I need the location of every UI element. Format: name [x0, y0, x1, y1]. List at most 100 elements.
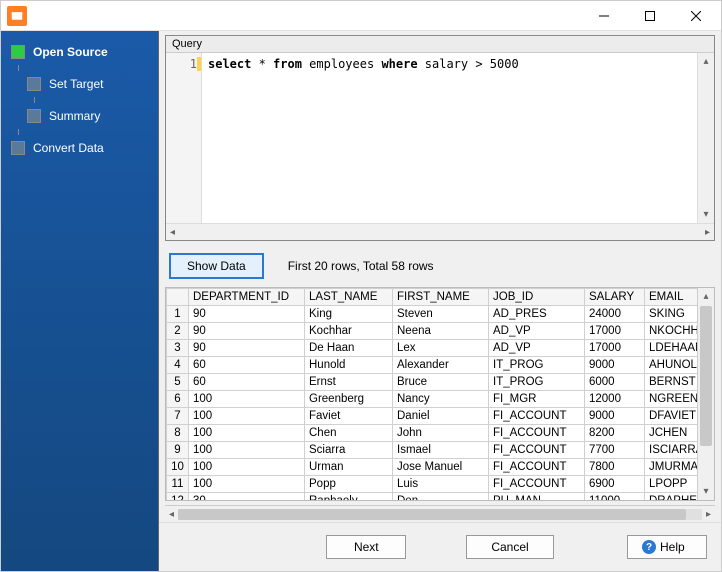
table-row[interactable]: 560ErnstBruceIT_PROG6000BERNST — [167, 374, 698, 391]
table-row[interactable]: 8100ChenJohnFI_ACCOUNT8200JCHEN — [167, 425, 698, 442]
table-row[interactable]: 460HunoldAlexanderIT_PROG9000AHUNOL — [167, 357, 698, 374]
show-data-button[interactable]: Show Data — [169, 253, 264, 279]
table-cell[interactable]: 60 — [189, 374, 305, 391]
grid-horizontal-scrollbar[interactable]: ◂ ▸ — [165, 505, 715, 522]
table-cell[interactable]: 90 — [189, 323, 305, 340]
table-cell[interactable]: 100 — [189, 476, 305, 493]
table-cell[interactable]: De Haan — [305, 340, 393, 357]
scrollbar-thumb[interactable] — [700, 306, 712, 446]
scroll-up-icon[interactable]: ▴ — [698, 288, 714, 305]
scrollbar-thumb[interactable] — [178, 509, 686, 520]
sql-editor[interactable]: 1 select * from employees where salary >… — [166, 53, 697, 223]
table-cell[interactable]: 24000 — [585, 306, 645, 323]
table-cell[interactable]: Jose Manuel — [393, 459, 489, 476]
table-cell[interactable]: 8200 — [585, 425, 645, 442]
table-cell[interactable]: BERNST — [645, 374, 698, 391]
table-cell[interactable]: 12000 — [585, 391, 645, 408]
table-cell[interactable]: Chen — [305, 425, 393, 442]
table-cell[interactable]: Den — [393, 493, 489, 501]
table-row[interactable]: 190KingStevenAD_PRES24000SKING — [167, 306, 698, 323]
table-cell[interactable]: JCHEN — [645, 425, 698, 442]
table-cell[interactable]: 7800 — [585, 459, 645, 476]
row-number-header[interactable] — [167, 289, 189, 306]
table-cell[interactable]: Raphaely — [305, 493, 393, 501]
table-cell[interactable]: Ernst — [305, 374, 393, 391]
table-row[interactable]: 10100UrmanJose ManuelFI_ACCOUNT7800JMURM… — [167, 459, 698, 476]
column-header[interactable]: JOB_ID — [489, 289, 585, 306]
next-button[interactable]: Next — [326, 535, 406, 559]
column-header[interactable]: FIRST_NAME — [393, 289, 489, 306]
table-cell[interactable]: 7700 — [585, 442, 645, 459]
table-cell[interactable]: 6900 — [585, 476, 645, 493]
table-cell[interactable]: Neena — [393, 323, 489, 340]
table-cell[interactable]: Kochhar — [305, 323, 393, 340]
editor-vertical-scrollbar[interactable]: ▴ ▾ — [697, 53, 714, 223]
table-cell[interactable]: King — [305, 306, 393, 323]
scroll-left-icon[interactable]: ◂ — [169, 509, 174, 520]
table-cell[interactable]: DRAPHEA — [645, 493, 698, 501]
scroll-down-icon[interactable]: ▾ — [698, 483, 714, 500]
table-cell[interactable]: FI_ACCOUNT — [489, 459, 585, 476]
table-cell[interactable]: 100 — [189, 425, 305, 442]
table-cell[interactable]: FI_ACCOUNT — [489, 408, 585, 425]
table-cell[interactable]: 30 — [189, 493, 305, 501]
table-cell[interactable]: Bruce — [393, 374, 489, 391]
table-cell[interactable]: Hunold — [305, 357, 393, 374]
table-cell[interactable]: AD_VP — [489, 340, 585, 357]
table-cell[interactable]: 17000 — [585, 340, 645, 357]
maximize-button[interactable] — [627, 1, 673, 31]
column-header[interactable]: DEPARTMENT_ID — [189, 289, 305, 306]
table-cell[interactable]: Popp — [305, 476, 393, 493]
table-cell[interactable]: AD_VP — [489, 323, 585, 340]
table-cell[interactable]: IT_PROG — [489, 357, 585, 374]
table-cell[interactable]: Alexander — [393, 357, 489, 374]
table-cell[interactable]: FI_ACCOUNT — [489, 442, 585, 459]
results-table[interactable]: DEPARTMENT_ID LAST_NAME FIRST_NAME JOB_I… — [166, 288, 697, 500]
table-cell[interactable]: 17000 — [585, 323, 645, 340]
table-cell[interactable]: Faviet — [305, 408, 393, 425]
table-cell[interactable]: FI_MGR — [489, 391, 585, 408]
table-cell[interactable]: 9000 — [585, 408, 645, 425]
table-cell[interactable]: LPOPP — [645, 476, 698, 493]
column-header[interactable]: LAST_NAME — [305, 289, 393, 306]
step-summary[interactable]: Summary — [21, 103, 154, 129]
table-cell[interactable]: FI_ACCOUNT — [489, 476, 585, 493]
table-cell[interactable]: 11000 — [585, 493, 645, 501]
table-cell[interactable]: ISCIARRA — [645, 442, 698, 459]
table-cell[interactable]: 6000 — [585, 374, 645, 391]
table-cell[interactable]: NKOCHH — [645, 323, 698, 340]
step-open-source[interactable]: Open Source — [5, 39, 154, 65]
help-button[interactable]: ? Help — [627, 535, 707, 559]
table-cell[interactable]: Steven — [393, 306, 489, 323]
table-row[interactable]: 290KochharNeenaAD_VP17000NKOCHH — [167, 323, 698, 340]
column-header[interactable]: EMAIL — [645, 289, 698, 306]
table-cell[interactable]: Lex — [393, 340, 489, 357]
table-cell[interactable]: Luis — [393, 476, 489, 493]
table-row[interactable]: 7100FavietDanielFI_ACCOUNT9000DFAVIET — [167, 408, 698, 425]
scroll-up-icon[interactable]: ▴ — [698, 53, 714, 70]
close-button[interactable] — [673, 1, 719, 31]
table-cell[interactable]: 100 — [189, 459, 305, 476]
table-cell[interactable]: PU_MAN — [489, 493, 585, 501]
table-cell[interactable]: JMURMA — [645, 459, 698, 476]
table-cell[interactable]: IT_PROG — [489, 374, 585, 391]
table-cell[interactable]: Greenberg — [305, 391, 393, 408]
table-cell[interactable]: AD_PRES — [489, 306, 585, 323]
table-cell[interactable]: 100 — [189, 442, 305, 459]
table-cell[interactable]: DFAVIET — [645, 408, 698, 425]
table-cell[interactable]: 90 — [189, 306, 305, 323]
editor-horizontal-scrollbar[interactable]: ◂ ▸ — [166, 223, 714, 240]
scroll-left-icon[interactable]: ◂ — [170, 227, 175, 238]
sql-code[interactable]: select * from employees where salary > 5… — [202, 53, 697, 223]
table-row[interactable]: 9100SciarraIsmaelFI_ACCOUNT7700ISCIARRA — [167, 442, 698, 459]
step-convert-data[interactable]: Convert Data — [5, 135, 154, 161]
table-cell[interactable]: Urman — [305, 459, 393, 476]
table-row[interactable]: 1230RaphaelyDenPU_MAN11000DRAPHEA — [167, 493, 698, 501]
table-cell[interactable]: Ismael — [393, 442, 489, 459]
table-cell[interactable]: SKING — [645, 306, 698, 323]
table-cell[interactable]: 100 — [189, 391, 305, 408]
cancel-button[interactable]: Cancel — [466, 535, 553, 559]
table-row[interactable]: 390De HaanLexAD_VP17000LDEHAAN — [167, 340, 698, 357]
table-cell[interactable]: AHUNOL — [645, 357, 698, 374]
scroll-right-icon[interactable]: ▸ — [705, 227, 710, 238]
